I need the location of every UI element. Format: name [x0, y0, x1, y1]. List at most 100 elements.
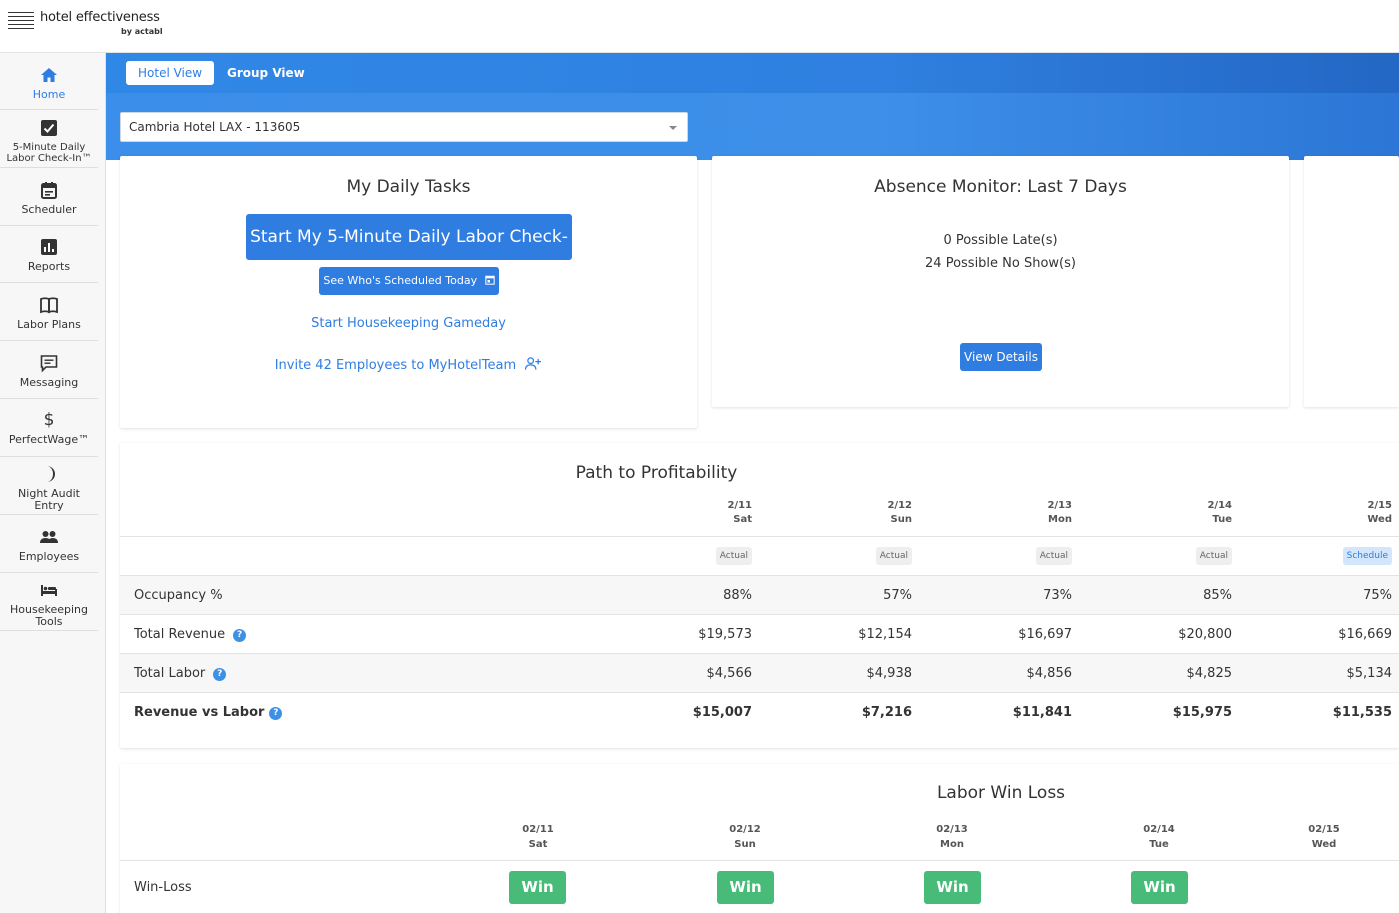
- possible-lates: 0 Possible Late(s): [943, 233, 1058, 248]
- tab-hotel-view[interactable]: Hotel View: [126, 61, 215, 85]
- top-bar: hotel effectiveness by actabl: [0, 0, 1399, 53]
- brand-logo[interactable]: hotel effectiveness by actabl: [8, 10, 163, 40]
- start-housekeeping-link[interactable]: Start Housekeeping Gameday: [120, 316, 697, 331]
- row-label: Win-Loss: [134, 880, 192, 895]
- sidebar: Home 5-Minute Daily Labor Check-In™ Sche…: [0, 53, 106, 913]
- column-day: Wed: [1367, 514, 1392, 525]
- column-date: 02/15: [1308, 824, 1340, 835]
- whos-scheduled-button[interactable]: See Who's Scheduled Today: [319, 267, 499, 295]
- win-badge: Win: [924, 871, 981, 904]
- daily-tasks-title: My Daily Tasks: [346, 177, 471, 197]
- profitability-title-text: Path to Profitability: [575, 463, 738, 483]
- column-day: Wed: [1311, 839, 1337, 850]
- row-label-text: Revenue vs Labor: [134, 705, 265, 720]
- column-date: 2/12: [887, 500, 912, 511]
- sidebar-item-home[interactable]: Home: [0, 53, 98, 110]
- column-date: 2/15: [1367, 500, 1392, 511]
- table-row-total-revenue: Total Revenue? $19,573 $12,154 $16,697 $…: [120, 614, 1399, 653]
- column-date: 2/13: [1047, 500, 1072, 511]
- partial-card: [1304, 156, 1399, 407]
- table-cell: $5,134: [1346, 666, 1393, 681]
- table-cell: $4,938: [866, 666, 913, 681]
- table-cell: $4,566: [706, 666, 753, 681]
- table-cell: $12,154: [858, 627, 912, 642]
- win-badge: Win: [509, 871, 566, 904]
- column-header: 2/11 Sat: [652, 499, 752, 527]
- absence-monitor-title: Absence Monitor: Last 7 Days: [874, 177, 1127, 197]
- row-label: Total Labor?: [134, 666, 227, 681]
- table-cell: $15,975: [1172, 705, 1232, 720]
- sidebar-item-labor-plans[interactable]: Labor Plans: [0, 283, 98, 341]
- status-row: Actual Actual Actual Actual Schedule: [120, 536, 1399, 575]
- column-day: Sun: [890, 514, 912, 525]
- logo-lines-icon: [8, 12, 34, 34]
- tab-group-view[interactable]: Group View: [215, 61, 317, 85]
- people-icon: [40, 531, 58, 543]
- table-cell: $20,800: [1178, 627, 1232, 642]
- table-cell: 88%: [723, 588, 752, 603]
- possible-no-shows: 24 Possible No Show(s): [925, 256, 1076, 271]
- column-header: 02/14 Tue: [1129, 822, 1189, 852]
- sidebar-item-housekeeping-tools[interactable]: Housekeeping Tools: [0, 573, 98, 631]
- help-icon[interactable]: ?: [233, 629, 247, 642]
- row-label: Total Revenue?: [134, 627, 247, 642]
- column-header: 02/12 Sun: [715, 822, 775, 852]
- calendar-icon: [484, 275, 495, 285]
- row-label-text: Total Revenue: [134, 627, 226, 642]
- column-header: 2/13 Mon: [972, 499, 1072, 527]
- table-cell: $4,825: [1186, 666, 1233, 681]
- help-icon[interactable]: ?: [269, 707, 283, 720]
- status-badge: Actual: [715, 547, 752, 565]
- start-check-in-button[interactable]: Start My 5-Minute Daily Labor Check-In: [246, 214, 572, 293]
- sidebar-item-scheduler[interactable]: Scheduler: [0, 168, 98, 226]
- column-header: 2/15 Wed: [1292, 499, 1392, 527]
- add-user-icon: [525, 357, 542, 370]
- checkbox-icon: [41, 120, 57, 136]
- help-icon[interactable]: ?: [213, 668, 227, 681]
- win-loss-title: Labor Win Loss: [120, 783, 1399, 803]
- column-day: Tue: [1149, 839, 1169, 850]
- row-label-text: Total Labor: [134, 666, 206, 681]
- sidebar-item-label: Housekeeping Tools: [10, 603, 88, 628]
- sidebar-item-label: Night Audit Entry: [18, 487, 80, 512]
- sidebar-item-messaging[interactable]: Messaging: [0, 341, 98, 399]
- table-row-occupancy: Occupancy % 88% 57% 73% 85% 75%: [120, 575, 1399, 614]
- status-badge: Actual: [1195, 547, 1232, 565]
- column-date: 2/14: [1207, 500, 1232, 511]
- brand-sub: by actabl: [121, 27, 163, 36]
- column-day: Tue: [1212, 514, 1232, 525]
- sidebar-item-perfectwage[interactable]: $ PerfectWage™: [0, 399, 98, 457]
- moon-icon: [47, 466, 55, 482]
- table-cell: $11,841: [1012, 705, 1072, 720]
- win-loss-title-text: Labor Win Loss: [936, 783, 1066, 803]
- sidebar-item-employees[interactable]: Employees: [0, 515, 98, 573]
- status-badge: Actual: [875, 547, 912, 565]
- hotel-select[interactable]: Cambria Hotel LAX - 113605: [120, 112, 688, 142]
- sidebar-item-night-audit[interactable]: Night Audit Entry: [0, 457, 98, 515]
- table-cell: $7,216: [861, 705, 912, 720]
- sidebar-item-label: Messaging: [19, 376, 79, 389]
- win-badge: Win: [1131, 871, 1188, 904]
- whos-scheduled-label: See Who's Scheduled Today: [323, 274, 478, 287]
- sidebar-item-label: Employees: [18, 550, 80, 563]
- column-day: Sun: [734, 839, 756, 850]
- profitability-title: Path to Profitability: [120, 463, 1399, 483]
- view-details-button[interactable]: View Details: [960, 343, 1042, 371]
- sidebar-item-daily-check-in[interactable]: 5-Minute Daily Labor Check-In™: [0, 110, 98, 168]
- absence-monitor-card: Absence Monitor: Last 7 Days 0 Possible …: [712, 156, 1289, 407]
- sidebar-item-reports[interactable]: Reports: [0, 226, 98, 283]
- table-cell: $16,669: [1338, 627, 1392, 642]
- table-cell: $15,007: [692, 705, 752, 720]
- column-date: 2/11: [727, 500, 752, 511]
- bar-chart-icon: [41, 239, 57, 255]
- table-cell: 73%: [1043, 588, 1072, 603]
- status-badge: Schedule: [1342, 547, 1392, 565]
- table-cell: $11,535: [1332, 705, 1392, 720]
- table-row-total-labor: Total Labor? $4,566 $4,938 $4,856 $4,825…: [120, 653, 1399, 692]
- row-label: Revenue vs Labor?: [134, 705, 283, 720]
- invite-employees-link[interactable]: Invite 42 Employees to MyHotelTeam: [120, 356, 697, 373]
- daily-tasks-card: My Daily Tasks Start My 5-Minute Daily L…: [120, 156, 697, 428]
- column-header: 2/14 Tue: [1132, 499, 1232, 527]
- table-cell: $19,573: [698, 627, 752, 642]
- sidebar-item-label: 5-Minute Daily Labor Check-In™: [6, 142, 92, 164]
